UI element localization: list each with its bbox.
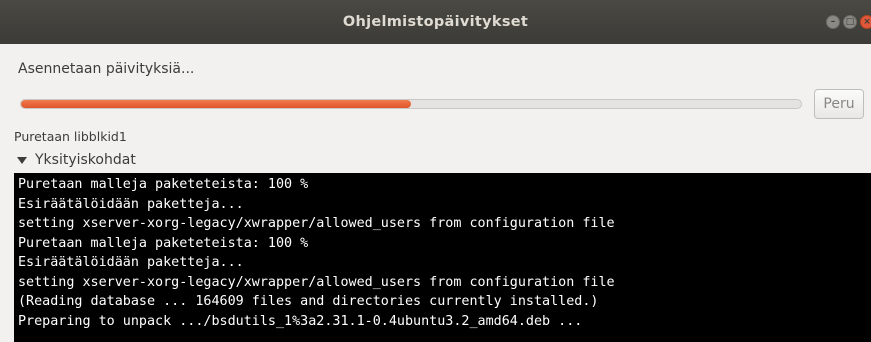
terminal-line: (Reading database ... 164609 files and d… xyxy=(18,294,599,309)
terminal-line: Puretaan malleja paketeteista: 100 % xyxy=(18,177,309,192)
details-label: Yksityiskohdat xyxy=(35,152,136,168)
progress-bar xyxy=(20,99,802,109)
terminal-line: Esiräätälöidään paketteja... xyxy=(18,196,244,212)
terminal-line: setting xserver-xorg-legacy/xwrapper/all… xyxy=(18,274,615,290)
close-icon[interactable]: × xyxy=(860,15,871,29)
substatus-text: Puretaan libblkid1 xyxy=(14,129,127,144)
terminal-line: setting xserver-xorg-legacy/xwrapper/all… xyxy=(18,216,615,231)
expander-arrow-icon xyxy=(17,156,27,164)
details-expander[interactable]: Yksityiskohdat xyxy=(14,152,136,168)
title-bar[interactable]: Ohjelmistopäivitykset – □ × xyxy=(0,0,871,44)
progress-fill xyxy=(21,100,411,108)
terminal-line: Puretaan malleja paketeteista: 100 % xyxy=(18,235,309,251)
window-title: Ohjelmistopäivitykset xyxy=(342,14,529,30)
terminal-line: Preparing to unpack .../bsdutils_1%3a2.3… xyxy=(18,313,583,329)
cancel-button[interactable]: Peru xyxy=(814,89,864,119)
status-text: Asennetaan päivityksiä... xyxy=(18,61,195,77)
update-window: Ohjelmistopäivitykset – □ × Asennetaan p… xyxy=(0,0,871,342)
maximize-icon[interactable]: □ xyxy=(843,15,857,29)
minimize-icon[interactable]: – xyxy=(826,15,840,29)
terminal-output[interactable]: Puretaan malleja paketeteista: 100 % Esi… xyxy=(14,173,871,342)
terminal-line: Esiräätälöidään paketteja... xyxy=(18,255,244,270)
